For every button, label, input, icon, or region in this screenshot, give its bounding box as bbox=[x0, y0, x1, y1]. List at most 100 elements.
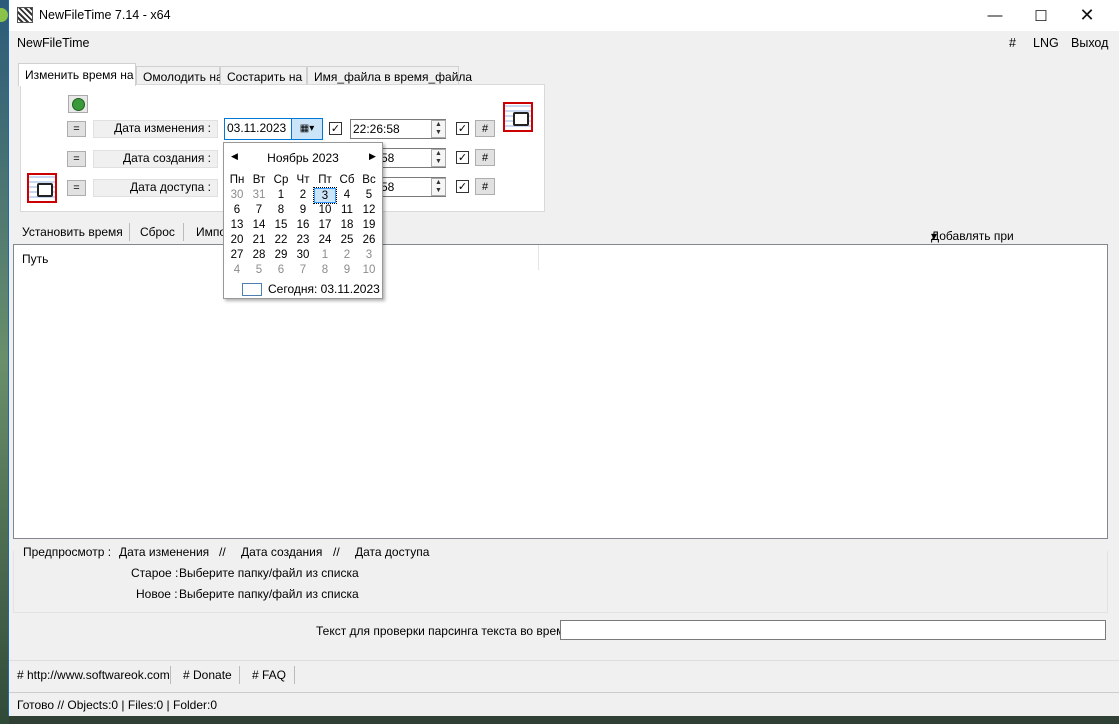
tab-age[interactable]: Состарить на bbox=[220, 66, 307, 85]
calendar-dropdown-button[interactable]: ▦▾ bbox=[291, 119, 322, 139]
equal-button-modified[interactable]: = bbox=[67, 121, 86, 137]
hash-button-modified[interactable]: # bbox=[475, 120, 495, 137]
parse-input[interactable] bbox=[560, 620, 1106, 640]
preview-new-value: Выберите папку/файл из списка bbox=[179, 587, 359, 601]
calendar-day[interactable]: 5 bbox=[248, 263, 270, 278]
calendar-day[interactable]: 24 bbox=[314, 233, 336, 248]
calendar-day[interactable]: 28 bbox=[248, 248, 270, 263]
minimize-button[interactable]: — bbox=[972, 0, 1018, 31]
calendar-day[interactable]: 31 bbox=[248, 188, 270, 203]
calendar-day[interactable]: 2 bbox=[336, 248, 358, 263]
calendar-day[interactable]: 8 bbox=[270, 203, 292, 218]
reset-button[interactable]: Сброс bbox=[140, 225, 175, 239]
calendar-day[interactable]: 4 bbox=[226, 263, 248, 278]
checkbox-date-modified[interactable]: ✓ bbox=[329, 122, 342, 135]
next-month-icon[interactable]: ▶ bbox=[369, 151, 376, 162]
refresh-button[interactable] bbox=[68, 95, 88, 113]
file-icon-right[interactable] bbox=[503, 102, 533, 132]
file-list[interactable]: Путь bbox=[13, 244, 1108, 539]
calendar-day[interactable]: 11 bbox=[336, 203, 358, 218]
menu-app[interactable]: NewFileTime bbox=[17, 36, 89, 50]
preview-panel: Предпросмотр : Дата изменения // Дата со… bbox=[13, 541, 1108, 613]
calendar-day[interactable]: 25 bbox=[336, 233, 358, 248]
calendar-day[interactable]: 15 bbox=[270, 218, 292, 233]
calendar-day[interactable]: 10 bbox=[314, 203, 336, 218]
checkbox-time-accessed[interactable]: ✓ bbox=[456, 180, 469, 193]
calendar-day[interactable]: 26 bbox=[358, 233, 380, 248]
title-bar[interactable]: NewFileTime 7.14 - x64 — ☐ ✕ bbox=[9, 0, 1119, 31]
calendar-day[interactable]: 27 bbox=[226, 248, 248, 263]
equal-button-accessed[interactable]: = bbox=[67, 180, 86, 196]
calendar-day[interactable]: 9 bbox=[292, 203, 314, 218]
time-value-modified: 22:26:58 bbox=[353, 122, 400, 136]
calendar-day[interactable]: 18 bbox=[336, 218, 358, 233]
calendar-day[interactable]: 19 bbox=[358, 218, 380, 233]
calendar-day[interactable]: 9 bbox=[336, 263, 358, 278]
date-picker-modified[interactable]: 03.11.2023 ▦▾ bbox=[224, 118, 323, 140]
calendar-icon: ▦▾ bbox=[299, 123, 315, 134]
calendar-day[interactable]: 14 bbox=[248, 218, 270, 233]
separator bbox=[170, 666, 171, 684]
calendar-day[interactable]: 3 bbox=[358, 248, 380, 263]
toolbar: Установить время Сброс Импо Добавлять пр… bbox=[9, 221, 1119, 257]
calendar-day[interactable]: 30 bbox=[292, 248, 314, 263]
menu-hash[interactable]: # bbox=[1009, 36, 1016, 50]
calendar-day[interactable]: 4 bbox=[336, 188, 358, 203]
close-button[interactable]: ✕ bbox=[1064, 0, 1110, 31]
calendar-day[interactable]: 2 bbox=[292, 188, 314, 203]
calendar-popup[interactable]: ◀ Ноябрь 2023 ▶ Пн Вт Ср Чт Пт Сб Вс 30 31 1 2 3 4 5 6… bbox=[223, 142, 383, 299]
calendar-day[interactable]: 29 bbox=[270, 248, 292, 263]
separator bbox=[183, 223, 184, 241]
calendar-day[interactable]: 12 bbox=[358, 203, 380, 218]
calendar-day-selected[interactable]: 3 bbox=[313, 187, 337, 204]
time-spinner-modified[interactable]: ▲ ▼ bbox=[431, 120, 446, 138]
calendar-day[interactable]: 5 bbox=[358, 188, 380, 203]
preview-old-label: Старое : bbox=[131, 566, 179, 580]
faq-link[interactable]: # FAQ bbox=[252, 668, 286, 682]
calendar-day[interactable]: 13 bbox=[226, 218, 248, 233]
calendar-day[interactable]: 20 bbox=[226, 233, 248, 248]
preview-old-value: Выберите папку/файл из списка bbox=[179, 566, 359, 580]
calendar-day[interactable]: 6 bbox=[226, 203, 248, 218]
time-spinner-created[interactable]: ▲ ▼ bbox=[431, 149, 446, 167]
time-spinner-accessed[interactable]: ▲ ▼ bbox=[431, 178, 446, 196]
tab-rejuvenate[interactable]: Омолодить на bbox=[136, 66, 223, 85]
tab-change-time[interactable]: Изменить время на bbox=[18, 63, 136, 86]
calendar-day[interactable]: 21 bbox=[248, 233, 270, 248]
calendar-day[interactable]: 7 bbox=[292, 263, 314, 278]
calendar-day[interactable]: 30 bbox=[226, 188, 248, 203]
column-path-label: Путь bbox=[22, 252, 49, 266]
tab-filename-to-time[interactable]: Имя_файла в время_файла bbox=[307, 66, 472, 85]
calendar-day[interactable]: 17 bbox=[314, 218, 336, 233]
menu-exit[interactable]: Выход bbox=[1071, 36, 1108, 50]
import-button[interactable]: Импо bbox=[196, 225, 226, 239]
separator bbox=[129, 223, 130, 241]
calendar-day[interactable]: 16 bbox=[292, 218, 314, 233]
parse-label: Текст для проверки парсинга текста во вр… bbox=[316, 624, 571, 638]
calendar-today-text: Сегодня: 03.11.2023 bbox=[268, 282, 380, 296]
hash-button-created[interactable]: # bbox=[475, 149, 495, 166]
calendar-month-title[interactable]: Ноябрь 2023 bbox=[224, 151, 382, 165]
set-time-button[interactable]: Установить время bbox=[22, 225, 123, 239]
checkbox-time-created[interactable]: ✓ bbox=[456, 151, 469, 164]
donate-link[interactable]: # Donate bbox=[183, 668, 232, 682]
calendar-weekday: Вт bbox=[252, 174, 266, 186]
calendar-day[interactable]: 7 bbox=[248, 203, 270, 218]
calendar-today-link[interactable]: Сегодня: 03.11.2023 bbox=[242, 282, 380, 296]
calendar-day[interactable]: 1 bbox=[270, 188, 292, 203]
date-value-modified: 03.11.2023 bbox=[227, 121, 287, 135]
calendar-day[interactable]: 8 bbox=[314, 263, 336, 278]
calendar-day[interactable]: 22 bbox=[270, 233, 292, 248]
calendar-day[interactable]: 10 bbox=[358, 263, 380, 278]
equal-button-created[interactable]: = bbox=[67, 151, 86, 167]
hash-button-accessed[interactable]: # bbox=[475, 178, 495, 195]
calendar-day[interactable]: 6 bbox=[270, 263, 292, 278]
menu-language[interactable]: LNG bbox=[1033, 36, 1059, 50]
checkbox-time-modified[interactable]: ✓ bbox=[456, 122, 469, 135]
calendar-day[interactable]: 23 bbox=[292, 233, 314, 248]
calendar-day[interactable]: 1 bbox=[314, 248, 336, 263]
website-link[interactable]: # http://www.softwareok.com bbox=[17, 668, 170, 682]
calendar-weekday: Ср bbox=[273, 174, 289, 186]
file-icon-left[interactable] bbox=[27, 173, 57, 203]
maximize-button[interactable]: ☐ bbox=[1018, 0, 1064, 31]
